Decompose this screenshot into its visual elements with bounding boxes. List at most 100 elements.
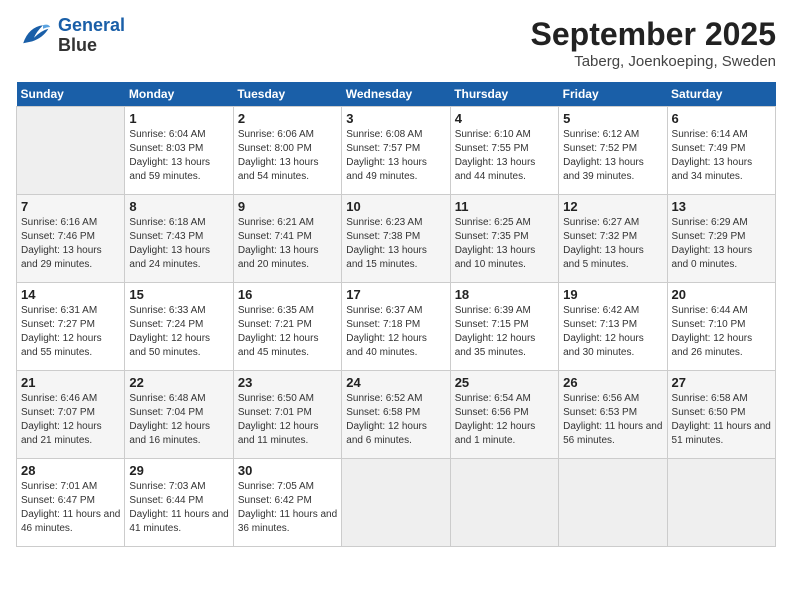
cell-info: Sunrise: 6:18 AMSunset: 7:43 PMDaylight:… (129, 216, 228, 272)
day-number: 16 (238, 287, 337, 302)
cell-info: Sunrise: 6:16 AMSunset: 7:46 PMDaylight:… (21, 216, 120, 272)
day-number: 15 (129, 287, 228, 302)
cell-info: Sunrise: 6:08 AMSunset: 7:57 PMDaylight:… (346, 128, 445, 184)
cell-info: Sunrise: 6:37 AMSunset: 7:18 PMDaylight:… (346, 304, 445, 360)
weekday-header-saturday: Saturday (667, 82, 775, 107)
calendar-cell: 30 Sunrise: 7:05 AMSunset: 6:42 PMDayligh… (233, 459, 341, 547)
calendar-cell (450, 459, 558, 547)
cell-info: Sunrise: 6:48 AMSunset: 7:04 PMDaylight:… (129, 392, 228, 448)
calendar-cell: 28Sunrise: 7:01 AMSunset: 6:47 PMDayligh… (17, 459, 125, 547)
calendar-week-5: 28Sunrise: 7:01 AMSunset: 6:47 PMDayligh… (17, 459, 776, 547)
day-number: 28 (21, 463, 120, 478)
weekday-header-sunday: Sunday (17, 82, 125, 107)
cell-info: Sunrise: 6:46 AMSunset: 7:07 PMDaylight:… (21, 392, 120, 448)
day-number: 6 (672, 111, 771, 126)
calendar-cell: 1 Sunrise: 6:04 AMSunset: 8:03 PMDaylight… (125, 107, 233, 195)
calendar-cell (17, 107, 125, 195)
cell-info: Sunrise: 6:31 AMSunset: 7:27 PMDaylight:… (21, 304, 120, 360)
day-number: 19 (563, 287, 662, 302)
day-number: 9 (238, 199, 337, 214)
day-number: 13 (672, 199, 771, 214)
calendar-cell: 7 Sunrise: 6:16 AMSunset: 7:46 PMDaylight… (17, 195, 125, 283)
day-number: 21 (21, 375, 120, 390)
cell-info: Sunrise: 6:10 AMSunset: 7:55 PMDaylight:… (455, 128, 554, 184)
cell-info: Sunrise: 6:35 AMSunset: 7:21 PMDaylight:… (238, 304, 337, 360)
cell-info: Sunrise: 6:54 AMSunset: 6:56 PMDaylight:… (455, 392, 554, 448)
day-number: 23 (238, 375, 337, 390)
logo-text: General Blue (58, 16, 125, 56)
calendar-cell: 6 Sunrise: 6:14 AMSunset: 7:49 PMDaylight… (667, 107, 775, 195)
calendar-week-1: 1 Sunrise: 6:04 AMSunset: 8:03 PMDaylight… (17, 107, 776, 195)
calendar-cell: 19 Sunrise: 6:42 AMSunset: 7:13 PMDayligh… (559, 283, 667, 371)
calendar-cell: 25 Sunrise: 6:54 AMSunset: 6:56 PMDayligh… (450, 371, 558, 459)
calendar-cell: 26 Sunrise: 6:56 AMSunset: 6:53 PMDayligh… (559, 371, 667, 459)
calendar-cell (667, 459, 775, 547)
weekday-header-thursday: Thursday (450, 82, 558, 107)
cell-info: Sunrise: 6:04 AMSunset: 8:03 PMDaylight:… (129, 128, 228, 184)
cell-info: Sunrise: 6:21 AMSunset: 7:41 PMDaylight:… (238, 216, 337, 272)
calendar-cell: 13 Sunrise: 6:29 AMSunset: 7:29 PMDayligh… (667, 195, 775, 283)
cell-info: Sunrise: 6:14 AMSunset: 7:49 PMDaylight:… (672, 128, 771, 184)
cell-info: Sunrise: 6:52 AMSunset: 6:58 PMDaylight:… (346, 392, 445, 448)
weekday-header-tuesday: Tuesday (233, 82, 341, 107)
page-header: General Blue September 2025 Taberg, Joen… (16, 16, 776, 70)
day-number: 20 (672, 287, 771, 302)
cell-info: Sunrise: 6:27 AMSunset: 7:32 PMDaylight:… (563, 216, 662, 272)
calendar-cell: 21 Sunrise: 6:46 AMSunset: 7:07 PMDayligh… (17, 371, 125, 459)
day-number: 26 (563, 375, 662, 390)
weekday-header-friday: Friday (559, 82, 667, 107)
day-number: 25 (455, 375, 554, 390)
day-number: 12 (563, 199, 662, 214)
calendar-cell: 24 Sunrise: 6:52 AMSunset: 6:58 PMDayligh… (342, 371, 450, 459)
cell-info: Sunrise: 6:12 AMSunset: 7:52 PMDaylight:… (563, 128, 662, 184)
cell-info: Sunrise: 6:29 AMSunset: 7:29 PMDaylight:… (672, 216, 771, 272)
calendar-cell: 9 Sunrise: 6:21 AMSunset: 7:41 PMDaylight… (233, 195, 341, 283)
day-number: 30 (238, 463, 337, 478)
day-number: 5 (563, 111, 662, 126)
calendar-cell (342, 459, 450, 547)
cell-info: Sunrise: 7:03 AMSunset: 6:44 PMDaylight:… (129, 480, 228, 536)
logo-icon (16, 18, 52, 54)
calendar-cell: 3 Sunrise: 6:08 AMSunset: 7:57 PMDaylight… (342, 107, 450, 195)
calendar-week-2: 7 Sunrise: 6:16 AMSunset: 7:46 PMDaylight… (17, 195, 776, 283)
calendar-cell: 29 Sunrise: 7:03 AMSunset: 6:44 PMDayligh… (125, 459, 233, 547)
day-number: 29 (129, 463, 228, 478)
day-number: 2 (238, 111, 337, 126)
day-number: 7 (21, 199, 120, 214)
cell-info: Sunrise: 6:23 AMSunset: 7:38 PMDaylight:… (346, 216, 445, 272)
cell-info: Sunrise: 6:33 AMSunset: 7:24 PMDaylight:… (129, 304, 228, 360)
cell-info: Sunrise: 6:56 AMSunset: 6:53 PMDaylight:… (563, 392, 662, 448)
day-number: 22 (129, 375, 228, 390)
day-number: 24 (346, 375, 445, 390)
calendar-table: SundayMondayTuesdayWednesdayThursdayFrid… (16, 82, 776, 547)
calendar-week-3: 14Sunrise: 6:31 AMSunset: 7:27 PMDayligh… (17, 283, 776, 371)
calendar-cell: 2 Sunrise: 6:06 AMSunset: 8:00 PMDaylight… (233, 107, 341, 195)
cell-info: Sunrise: 6:44 AMSunset: 7:10 PMDaylight:… (672, 304, 771, 360)
cell-info: Sunrise: 6:58 AMSunset: 6:50 PMDaylight:… (672, 392, 771, 448)
cell-info: Sunrise: 6:06 AMSunset: 8:00 PMDaylight:… (238, 128, 337, 184)
calendar-cell: 22 Sunrise: 6:48 AMSunset: 7:04 PMDayligh… (125, 371, 233, 459)
weekday-header-wednesday: Wednesday (342, 82, 450, 107)
day-number: 1 (129, 111, 228, 126)
calendar-cell: 16 Sunrise: 6:35 AMSunset: 7:21 PMDayligh… (233, 283, 341, 371)
calendar-cell: 15 Sunrise: 6:33 AMSunset: 7:24 PMDayligh… (125, 283, 233, 371)
calendar-cell: 12 Sunrise: 6:27 AMSunset: 7:32 PMDayligh… (559, 195, 667, 283)
calendar-cell: 14Sunrise: 6:31 AMSunset: 7:27 PMDayligh… (17, 283, 125, 371)
cell-info: Sunrise: 6:25 AMSunset: 7:35 PMDaylight:… (455, 216, 554, 272)
cell-info: Sunrise: 7:05 AMSunset: 6:42 PMDaylight:… (238, 480, 337, 536)
day-number: 18 (455, 287, 554, 302)
day-number: 27 (672, 375, 771, 390)
day-number: 8 (129, 199, 228, 214)
calendar-cell: 18Sunrise: 6:39 AMSunset: 7:15 PMDayligh… (450, 283, 558, 371)
day-number: 17 (346, 287, 445, 302)
calendar-cell: 8 Sunrise: 6:18 AMSunset: 7:43 PMDaylight… (125, 195, 233, 283)
logo: General Blue (16, 16, 125, 56)
calendar-cell: 23Sunrise: 6:50 AMSunset: 7:01 PMDayligh… (233, 371, 341, 459)
weekday-header-row: SundayMondayTuesdayWednesdayThursdayFrid… (17, 82, 776, 107)
day-number: 3 (346, 111, 445, 126)
month-title: September 2025 (531, 16, 776, 53)
day-number: 4 (455, 111, 554, 126)
day-number: 11 (455, 199, 554, 214)
title-block: September 2025 Taberg, Joenkoeping, Swed… (531, 16, 776, 70)
cell-info: Sunrise: 6:42 AMSunset: 7:13 PMDaylight:… (563, 304, 662, 360)
